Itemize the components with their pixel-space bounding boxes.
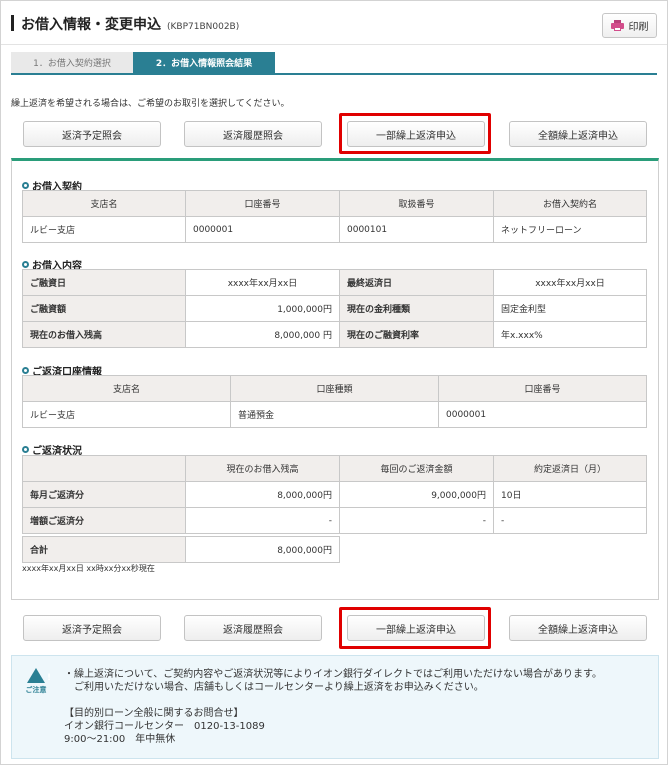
action-buttons-top: 返済予定照会 返済履歴照会 一部繰上返済申込 全額繰上返済申込 xyxy=(23,121,649,147)
cell-account-type: 普通預金 xyxy=(230,401,439,428)
label-loan-amount: ご融資額 xyxy=(22,295,186,322)
contract-table: 支店名 口座番号 取扱番号 お借入契約名 ルビー支店 0000001 00001… xyxy=(22,190,647,243)
header-payment: 毎回のご返済金額 xyxy=(339,455,494,482)
step-indicator: 1．お借入契約選択 2．お借入情報照会結果 xyxy=(11,52,657,75)
header-balance: 現在のお借入残高 xyxy=(185,455,340,482)
account-table: 支店名 口座種類 口座番号 ルビー支店 普通預金 0000001 xyxy=(22,375,647,428)
header-branch: 支店名 xyxy=(22,375,231,402)
step-2-current: 2．お借入情報照会結果 xyxy=(133,52,275,73)
caution-icon: ! ご注意 xyxy=(24,668,51,698)
value-total: 8,000,000円 xyxy=(185,536,340,563)
caution-line: ・繰上返済について、ご契約内容やご返済状況等によりイオン銀行ダイレクトではご利用… xyxy=(64,669,602,680)
partial-prepayment-button[interactable]: 一部繰上返済申込 xyxy=(347,121,485,147)
caution-line: 9:00～21:00 年中無休 xyxy=(64,734,176,745)
cell-branch: ルビー支店 xyxy=(22,216,186,243)
header-account-type: 口座種類 xyxy=(230,375,439,402)
loan-table: ご融資日 xxxx年xx月xx日 最終返済日 xxxx年xx月xx日 ご融資額 … xyxy=(22,269,647,348)
bullet-icon xyxy=(22,367,29,374)
bullet-icon xyxy=(22,182,29,189)
value-monthly-day: 10日 xyxy=(493,481,647,508)
table-row: ルビー支店 0000001 0000101 ネットフリーローン xyxy=(22,216,647,243)
label-monthly: 毎月ご返済分 xyxy=(22,481,186,508)
title-bar: お借入情報・変更申込 (KBP71BN002B) 印刷 xyxy=(1,1,667,45)
page-code: (KBP71BN002B) xyxy=(167,22,240,32)
header-account-number: 口座番号 xyxy=(185,190,340,217)
label-balance: 現在のお借入残高 xyxy=(22,321,186,348)
caution-line xyxy=(64,694,602,707)
label-bonus: 増額ご返済分 xyxy=(22,507,186,534)
value-loan-date: xxxx年xx月xx日 xyxy=(185,269,340,296)
full-prepayment-button[interactable]: 全額繰上返済申込 xyxy=(509,615,647,641)
label-final-date: 最終返済日 xyxy=(339,269,494,296)
as-of-timestamp: xxxx年xx月xx日 xx時xx分xx秒現在 xyxy=(22,564,155,573)
cell-handling-number: 0000101 xyxy=(339,216,494,243)
table-row: 毎月ご返済分 8,000,000円 9,000,000円 10日 xyxy=(22,481,647,508)
page-frame: お借入情報・変更申込 (KBP71BN002B) 印刷 1．お借入契約選択 2．お… xyxy=(0,0,668,765)
partial-prepayment-button[interactable]: 一部繰上返済申込 xyxy=(347,615,485,641)
value-bonus-payment: - xyxy=(339,507,494,534)
header-account-number: 口座番号 xyxy=(438,375,647,402)
repayment-schedule-button[interactable]: 返済予定照会 xyxy=(23,121,161,147)
value-bonus-day: - xyxy=(493,507,647,534)
header-contract-name: お借入契約名 xyxy=(493,190,647,217)
page-title: お借入情報・変更申込 (KBP71BN002B) xyxy=(21,14,239,34)
label-loan-date: ご融資日 xyxy=(22,269,186,296)
intro-text: 繰上返済を希望される場合は、ご希望のお取引を選択してください。 xyxy=(11,99,290,109)
page-title-text: お借入情報・変更申込 xyxy=(21,17,161,33)
table-row: ルビー支店 普通預金 0000001 xyxy=(22,401,647,428)
header-due-day: 約定返済日（月） xyxy=(493,455,647,482)
repayment-history-button[interactable]: 返済履歴照会 xyxy=(184,615,322,641)
full-prepayment-button[interactable]: 全額繰上返済申込 xyxy=(509,121,647,147)
bullet-icon xyxy=(22,446,29,453)
label-total: 合計 xyxy=(22,536,186,563)
value-monthly-payment: 9,000,000円 xyxy=(339,481,494,508)
value-final-date: xxxx年xx月xx日 xyxy=(493,269,647,296)
bullet-icon xyxy=(22,261,29,268)
value-balance: 8,000,000 円 xyxy=(185,321,340,348)
caution-line: イオン銀行コールセンター 0120-13-1089 xyxy=(64,721,265,732)
table-header-row: 支店名 口座種類 口座番号 xyxy=(22,375,647,402)
value-rate-type: 固定金利型 xyxy=(493,295,647,322)
table-row: 現在のお借入残高 8,000,000 円 現在のご融資利率 年x.xxx% xyxy=(22,321,647,348)
caution-label: ご注意 xyxy=(25,686,47,694)
value-monthly-balance: 8,000,000円 xyxy=(185,481,340,508)
print-button-label: 印刷 xyxy=(628,22,649,33)
cell-account-number: 0000001 xyxy=(438,401,647,428)
table-row: 増額ご返済分 - - - xyxy=(22,507,647,534)
table-header-row: 現在のお借入残高 毎回のご返済金額 約定返済日（月） xyxy=(22,455,647,482)
cell-branch: ルビー支店 xyxy=(22,401,231,428)
print-button[interactable]: 印刷 xyxy=(602,13,657,38)
table-header-row: 支店名 口座番号 取扱番号 お借入契約名 xyxy=(22,190,647,217)
header-handling-number: 取扱番号 xyxy=(339,190,494,217)
label-rate-type: 現在の金利種類 xyxy=(339,295,494,322)
caution-box: ! ご注意 ・繰上返済について、ご契約内容やご返済状況等によりイオン銀行ダイレク… xyxy=(11,655,659,759)
table-row: 合計 8,000,000円 xyxy=(22,536,340,563)
title-accent xyxy=(11,15,14,31)
table-row: ご融資日 xxxx年xx月xx日 最終返済日 xxxx年xx月xx日 xyxy=(22,269,647,296)
table-row: ご融資額 1,000,000円 現在の金利種類 固定金利型 xyxy=(22,295,647,322)
caution-line: 【目的別ローン全般に関するお問合せ】 xyxy=(64,708,244,719)
cell-contract-name: ネットフリーローン xyxy=(493,216,647,243)
printer-icon xyxy=(610,20,624,31)
cell-account-number: 0000001 xyxy=(185,216,340,243)
caution-text: ・繰上返済について、ご契約内容やご返済状況等によりイオン銀行ダイレクトではご利用… xyxy=(64,668,602,746)
header-blank xyxy=(22,455,186,482)
status-table: 現在のお借入残高 毎回のご返済金額 約定返済日（月） 毎月ご返済分 8,000,… xyxy=(22,455,647,534)
repayment-history-button[interactable]: 返済履歴照会 xyxy=(184,121,322,147)
label-interest-rate: 現在のご融資利率 xyxy=(339,321,494,348)
value-bonus-balance: - xyxy=(185,507,340,534)
step-1: 1．お借入契約選択 xyxy=(11,52,133,73)
warning-triangle-icon: ! xyxy=(27,668,51,683)
loan-info-panel: お借入契約 支店名 口座番号 取扱番号 お借入契約名 ルビー支店 0000001… xyxy=(11,158,659,600)
action-buttons-bottom: 返済予定照会 返済履歴照会 一部繰上返済申込 全額繰上返済申込 xyxy=(23,615,649,641)
repayment-schedule-button[interactable]: 返済予定照会 xyxy=(23,615,161,641)
value-interest-rate: 年x.xxx% xyxy=(493,321,647,348)
value-loan-amount: 1,000,000円 xyxy=(185,295,340,322)
status-total-table: 合計 8,000,000円 xyxy=(22,536,340,563)
header-branch: 支店名 xyxy=(22,190,186,217)
caution-line: ご利用いただけない場合、店舗もしくはコールセンターより繰上返済をお申込みください… xyxy=(64,682,484,693)
